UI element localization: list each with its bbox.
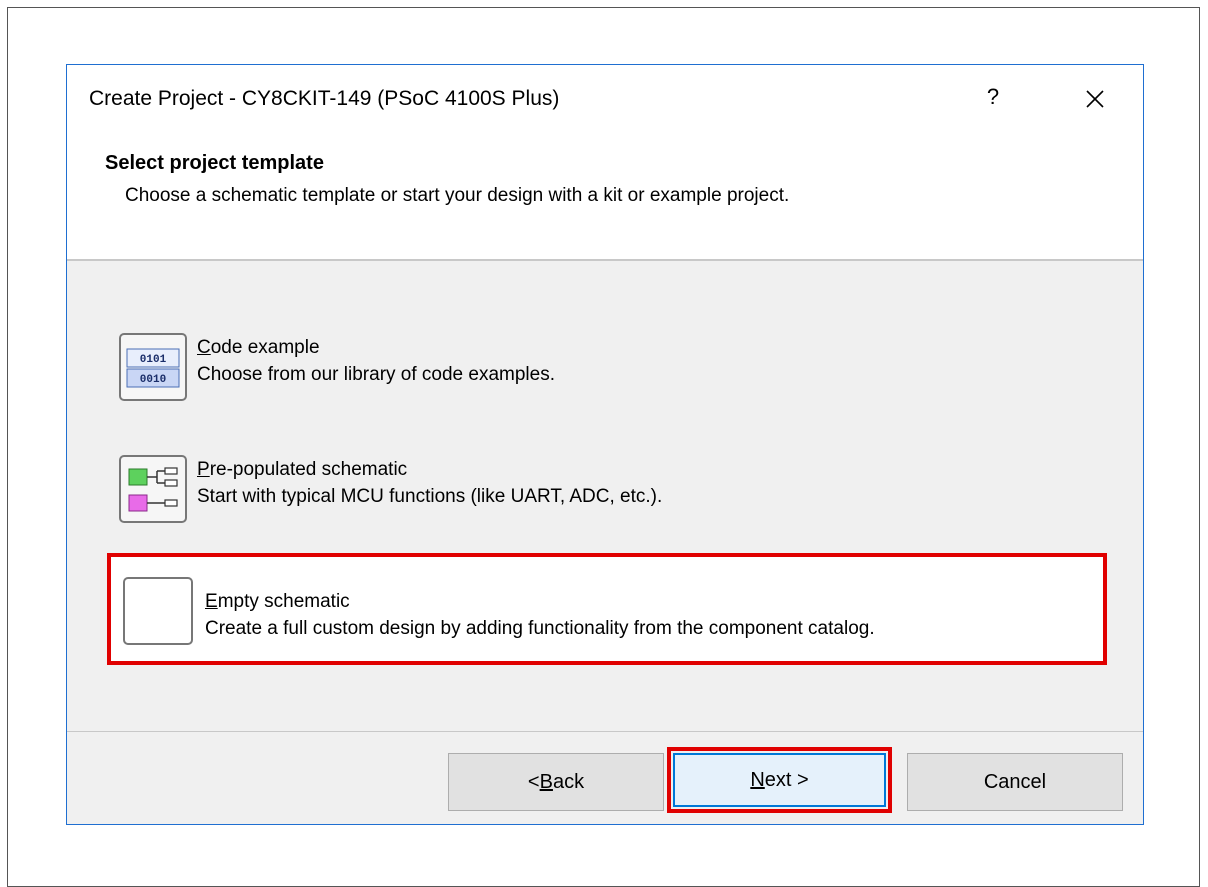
next-button[interactable]: Next > [673,753,886,807]
svg-text:0010: 0010 [140,374,166,386]
help-icon: ? [986,84,1000,109]
option-label: Pre-populated schematic [197,459,408,480]
option-pre-populated-schematic[interactable]: Pre-populated schematic Start with typic… [119,455,1109,539]
page-title: Select project template [105,152,324,174]
binary-code-icon: 0101 0010 [119,333,187,401]
svg-text:0101: 0101 [140,354,167,366]
cancel-button[interactable]: Cancel [907,753,1123,811]
option-code-example[interactable]: 0101 0010 Code example Choose from our l… [119,333,1109,417]
window-title: Create Project - CY8CKIT-149 (PSoC 4100S… [89,87,560,110]
schematic-icon [119,455,187,523]
create-project-dialog: Create Project - CY8CKIT-149 (PSoC 4100S… [66,64,1144,825]
close-button[interactable] [1073,77,1117,121]
next-button-highlight: Next > [667,747,892,813]
empty-schematic-icon [123,577,193,645]
close-icon [1086,90,1104,108]
title-bar: Create Project - CY8CKIT-149 (PSoC 4100S… [67,65,1143,133]
option-description: Create a full custom design by adding fu… [205,618,875,639]
option-label: Empty schematic [205,591,350,612]
option-label: Code example [197,337,320,358]
back-button[interactable]: < Back [448,753,664,811]
help-button[interactable]: ? [971,75,1015,119]
footer-divider [67,731,1143,732]
wizard-header: Select project template Choose a schemat… [67,133,1143,261]
option-description: Start with typical MCU functions (like U… [197,486,663,507]
page-subtitle: Choose a schematic template or start you… [125,185,790,206]
option-empty-schematic[interactable]: Empty schematic Create a full custom des… [107,553,1107,665]
option-description: Choose from our library of code examples… [197,364,555,385]
